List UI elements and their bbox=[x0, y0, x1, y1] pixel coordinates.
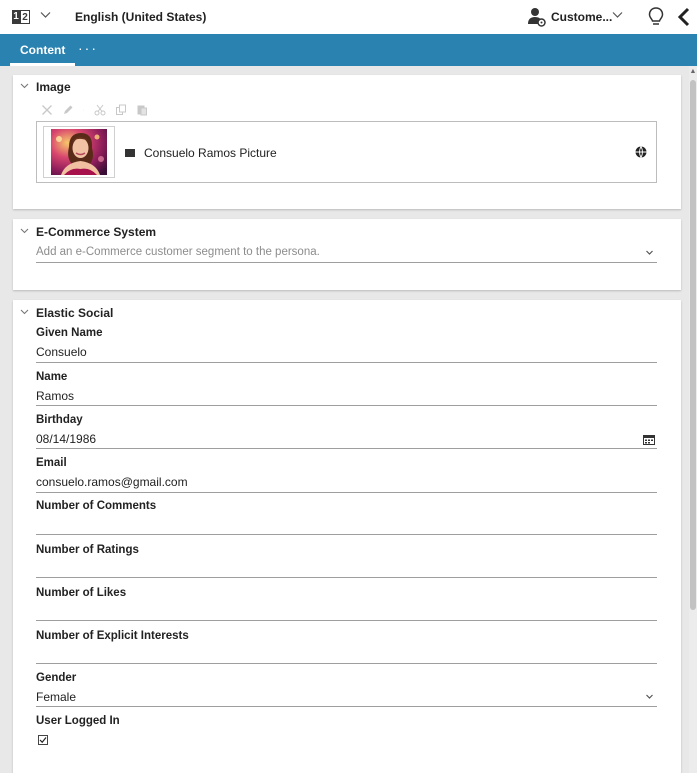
comments-underline bbox=[36, 534, 657, 535]
copy-icon[interactable] bbox=[115, 104, 127, 116]
elastic-social-panel: Elastic Social Given Name Consuelo Name … bbox=[13, 300, 681, 773]
name-underline bbox=[36, 405, 657, 406]
collapse-elastic-social-icon[interactable] bbox=[20, 307, 29, 318]
image-toolbar bbox=[41, 103, 148, 117]
given-name-label: Given Name bbox=[36, 327, 103, 339]
paste-icon[interactable] bbox=[136, 104, 148, 116]
gender-underline bbox=[36, 706, 657, 707]
delete-icon[interactable] bbox=[41, 104, 53, 116]
picture-thumbnail[interactable] bbox=[43, 126, 115, 178]
email-label: Email bbox=[36, 457, 67, 469]
image-panel: Image Consuelo Ramos Picture bbox=[13, 75, 681, 209]
scroll-up-icon[interactable]: ▲ bbox=[689, 68, 697, 76]
elastic-social-panel-title: Elastic Social bbox=[36, 306, 114, 320]
interests-label: Number of Explicit Interests bbox=[36, 630, 189, 642]
likes-underline bbox=[36, 620, 657, 621]
ecommerce-panel-title: E-Commerce System bbox=[36, 225, 157, 239]
tab-content[interactable]: Content bbox=[10, 34, 76, 66]
customer-segment-chevron-down-icon[interactable] bbox=[645, 248, 654, 259]
globe-icon[interactable] bbox=[635, 146, 647, 158]
email-field[interactable]: consuelo.ramos@gmail.com bbox=[36, 475, 188, 489]
persona-selector[interactable]: Custome... bbox=[551, 10, 612, 24]
top-bar: 1 2 English (United States) Custome... bbox=[0, 0, 697, 34]
language-chevron-down-icon[interactable] bbox=[40, 9, 51, 23]
given-name-underline bbox=[36, 362, 657, 363]
tab-bar: Content ··· bbox=[0, 34, 697, 66]
given-name-field[interactable]: Consuelo bbox=[36, 345, 87, 359]
birthday-field[interactable]: 08/14/1986 bbox=[36, 432, 96, 446]
name-field[interactable]: Ramos bbox=[36, 389, 74, 403]
picture-thumbnail-image bbox=[51, 129, 107, 175]
name-label: Name bbox=[36, 371, 68, 383]
logged-in-checkbox[interactable] bbox=[38, 735, 48, 745]
picture-label[interactable]: Consuelo Ramos Picture bbox=[144, 146, 277, 160]
calendar-icon[interactable] bbox=[643, 434, 655, 445]
ratings-label: Number of Ratings bbox=[36, 544, 139, 556]
edit-icon[interactable] bbox=[62, 104, 74, 116]
comments-label: Number of Comments bbox=[36, 500, 157, 512]
birthday-label: Birthday bbox=[36, 414, 83, 426]
more-tabs-icon[interactable]: ··· bbox=[78, 34, 98, 66]
gender-chevron-down-icon[interactable] bbox=[645, 692, 654, 703]
language-icon[interactable]: 1 2 bbox=[12, 10, 30, 24]
back-arrow-icon[interactable] bbox=[676, 6, 692, 28]
customer-segment-select[interactable]: Add an e-Commerce customer segment to th… bbox=[36, 246, 320, 258]
persona-icon[interactable] bbox=[528, 7, 546, 27]
gender-label: Gender bbox=[36, 672, 77, 684]
language-selector[interactable]: English (United States) bbox=[75, 10, 206, 24]
image-panel-title: Image bbox=[36, 80, 71, 94]
persona-chevron-down-icon[interactable] bbox=[612, 9, 623, 23]
interests-underline bbox=[36, 663, 657, 664]
customer-segment-underline bbox=[36, 262, 657, 263]
ratings-underline bbox=[36, 577, 657, 578]
scrollbar[interactable]: ▲ bbox=[689, 66, 697, 773]
image-link-item[interactable]: Consuelo Ramos Picture bbox=[36, 121, 657, 183]
language-icon-left: 1 bbox=[12, 10, 20, 24]
collapse-ecommerce-icon[interactable] bbox=[20, 226, 29, 237]
divider-icon bbox=[83, 109, 84, 111]
ecommerce-panel: E-Commerce System Add an e-Commerce cust… bbox=[13, 219, 681, 290]
language-icon-right: 2 bbox=[20, 10, 30, 24]
lightbulb-icon[interactable] bbox=[648, 6, 664, 28]
logged-in-label: User Logged In bbox=[36, 715, 120, 727]
birthday-underline bbox=[36, 448, 657, 449]
scrollbar-thumb[interactable] bbox=[690, 80, 696, 610]
email-underline bbox=[36, 492, 657, 493]
picture-type-icon bbox=[125, 149, 135, 157]
cut-icon[interactable] bbox=[94, 104, 106, 116]
collapse-image-icon[interactable] bbox=[20, 81, 29, 92]
gender-select[interactable]: Female bbox=[36, 690, 76, 704]
likes-label: Number of Likes bbox=[36, 587, 127, 599]
